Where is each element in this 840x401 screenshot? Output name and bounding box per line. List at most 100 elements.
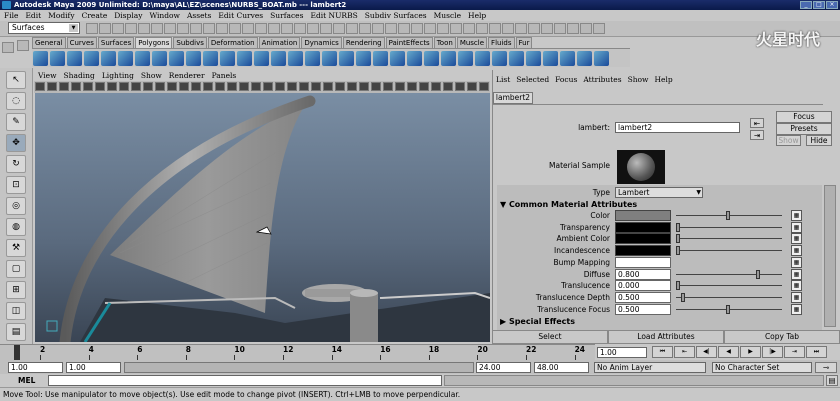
- status-tool-icon[interactable]: [528, 23, 540, 34]
- panel-tool-icon[interactable]: [371, 82, 381, 91]
- status-tool-icon[interactable]: [489, 23, 501, 34]
- show-manipulator-icon[interactable]: ⚒: [6, 239, 26, 257]
- status-tool-icon[interactable]: [307, 23, 319, 34]
- shelf-tab-fluids[interactable]: Fluids: [488, 37, 515, 48]
- hide-button[interactable]: Hide: [806, 135, 832, 146]
- status-tool-icon[interactable]: [515, 23, 527, 34]
- status-tool-icon[interactable]: [86, 23, 98, 34]
- panel-tool-icon[interactable]: [215, 82, 225, 91]
- menu-assets[interactable]: Assets: [187, 10, 211, 21]
- panel-tool-icon[interactable]: [155, 82, 165, 91]
- status-tool-icon[interactable]: [463, 23, 475, 34]
- panel-tool-icon[interactable]: [203, 82, 213, 91]
- time-slider[interactable]: 2 4 6 8 10 12 14 16 18 20 22 24: [0, 344, 595, 361]
- polygon-tool-icon[interactable]: [271, 51, 286, 66]
- panel-menu-lighting[interactable]: Lighting: [102, 70, 134, 81]
- polygon-tool-icon[interactable]: [135, 51, 150, 66]
- map-button-icon[interactable]: ▦: [791, 303, 802, 315]
- polygon-tool-icon[interactable]: [50, 51, 65, 66]
- shelf-menu-icon[interactable]: [2, 42, 14, 53]
- status-tool-icon[interactable]: [437, 23, 449, 34]
- move-tool-icon[interactable]: ✥: [6, 134, 26, 152]
- current-time-field[interactable]: 1.00: [597, 347, 647, 358]
- copy-tab-button[interactable]: Copy Tab: [724, 330, 840, 344]
- attr-slider[interactable]: [676, 222, 782, 233]
- ae-menu-selected[interactable]: Selected: [516, 74, 549, 85]
- panel-tool-icon[interactable]: [347, 82, 357, 91]
- layout-persp-outliner-icon[interactable]: ◫: [6, 302, 26, 320]
- polygon-tool-icon[interactable]: [509, 51, 524, 66]
- step-back-icon[interactable]: ◀|: [696, 346, 717, 358]
- panel-tool-icon[interactable]: [227, 82, 237, 91]
- panel-tool-icon[interactable]: [95, 82, 105, 91]
- shelf-tab-animation[interactable]: Animation: [258, 37, 301, 48]
- map-button-icon[interactable]: ▦: [791, 245, 802, 257]
- panel-menu-view[interactable]: View: [38, 70, 57, 81]
- map-button-icon[interactable]: ▦: [791, 221, 802, 233]
- shelf-tab-subdivs[interactable]: Subdivs: [173, 37, 207, 48]
- menu-edit[interactable]: Edit: [25, 10, 41, 21]
- panel-tool-icon[interactable]: [239, 82, 249, 91]
- status-tool-icon[interactable]: [359, 23, 371, 34]
- panel-menu-show[interactable]: Show: [141, 70, 162, 81]
- play-forward-icon[interactable]: ▶: [740, 346, 761, 358]
- status-tool-icon[interactable]: [541, 23, 553, 34]
- attr-bump-field[interactable]: [615, 256, 671, 268]
- slider-knob[interactable]: [726, 211, 730, 220]
- polygon-tool-icon[interactable]: [577, 51, 592, 66]
- panel-tool-icon[interactable]: [335, 82, 345, 91]
- panel-tool-icon[interactable]: [47, 82, 57, 91]
- status-tool-icon[interactable]: [554, 23, 566, 34]
- ae-menu-show[interactable]: Show: [628, 74, 649, 85]
- material-sample-swatch[interactable]: [617, 150, 665, 184]
- polygon-tool-icon[interactable]: [526, 51, 541, 66]
- load-attributes-button[interactable]: Load Attributes: [608, 330, 724, 344]
- panel-tool-icon[interactable]: [323, 82, 333, 91]
- panel-tool-icon[interactable]: [107, 82, 117, 91]
- status-tool-icon[interactable]: [255, 23, 267, 34]
- polygon-tool-icon[interactable]: [407, 51, 422, 66]
- slider-knob[interactable]: [676, 281, 680, 291]
- step-forward-icon[interactable]: |▶: [762, 346, 783, 358]
- attr-slider[interactable]: [676, 269, 782, 280]
- shelf-menu-icon[interactable]: [16, 40, 29, 51]
- panel-tool-icon[interactable]: [71, 82, 81, 91]
- attr-value-field[interactable]: 0.000: [615, 280, 671, 292]
- status-tool-icon[interactable]: [112, 23, 124, 34]
- attr-slider[interactable]: [676, 304, 782, 315]
- status-tool-icon[interactable]: [229, 23, 241, 34]
- status-tool-icon[interactable]: [151, 23, 163, 34]
- menu-edit-nurbs[interactable]: Edit NURBS: [310, 10, 357, 21]
- menu-create[interactable]: Create: [82, 10, 108, 21]
- attr-value-field[interactable]: 0.500: [615, 291, 671, 303]
- perspective-viewport[interactable]: [35, 93, 490, 342]
- status-tool-icon[interactable]: [593, 23, 605, 34]
- polygon-tool-icon[interactable]: [220, 51, 235, 66]
- panel-tool-icon[interactable]: [407, 82, 417, 91]
- status-tool-icon[interactable]: [346, 23, 358, 34]
- status-tool-icon[interactable]: [125, 23, 137, 34]
- show-button[interactable]: Show: [776, 135, 801, 146]
- status-tool-icon[interactable]: [398, 23, 410, 34]
- go-to-end-icon[interactable]: ⏭: [806, 346, 827, 358]
- select-button[interactable]: Select: [492, 330, 608, 344]
- map-button-icon[interactable]: ▦: [791, 268, 802, 280]
- polygon-tool-icon[interactable]: [322, 51, 337, 66]
- character-set-select[interactable]: No Character Set: [712, 362, 812, 373]
- shelf-tab-general[interactable]: General: [32, 37, 66, 48]
- ae-scrollbar[interactable]: [824, 185, 836, 327]
- status-tool-icon[interactable]: [268, 23, 280, 34]
- lasso-tool-icon[interactable]: ◌: [6, 92, 26, 110]
- panel-tool-icon[interactable]: [263, 82, 273, 91]
- status-tool-icon[interactable]: [476, 23, 488, 34]
- current-time-marker[interactable]: [14, 345, 20, 361]
- attr-color-swatch[interactable]: [615, 233, 671, 245]
- status-tool-icon[interactable]: [281, 23, 293, 34]
- status-tool-icon[interactable]: [450, 23, 462, 34]
- section-special-effects[interactable]: ▶ Special Effects: [500, 316, 700, 327]
- slider-knob[interactable]: [676, 246, 680, 256]
- panel-tool-icon[interactable]: [287, 82, 297, 91]
- map-button-icon[interactable]: ▦: [791, 291, 802, 303]
- attr-slider[interactable]: [676, 292, 782, 303]
- polygon-tool-icon[interactable]: [475, 51, 490, 66]
